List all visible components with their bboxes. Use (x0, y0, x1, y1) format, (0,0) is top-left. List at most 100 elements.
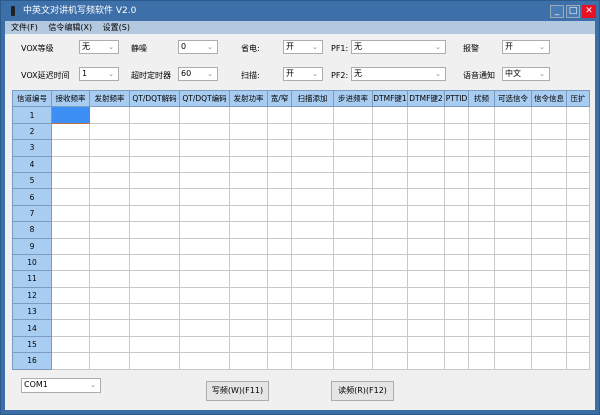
table-cell[interactable] (372, 204, 408, 223)
table-cell[interactable] (291, 286, 334, 305)
row-header[interactable]: 1 (12, 106, 52, 124)
squelch-select[interactable]: 0 ⌄ (178, 40, 218, 54)
table-cell[interactable] (494, 335, 532, 354)
table-cell[interactable] (494, 270, 532, 288)
table-cell[interactable] (372, 171, 408, 190)
table-cell[interactable] (494, 106, 532, 124)
row-header[interactable]: 10 (12, 253, 52, 272)
row-header[interactable]: 4 (12, 155, 52, 173)
table-cell[interactable] (531, 106, 567, 124)
table-cell[interactable] (333, 270, 373, 288)
table-cell[interactable] (267, 335, 292, 354)
table-cell[interactable] (531, 270, 567, 288)
table-cell[interactable] (468, 319, 495, 337)
column-header[interactable]: 发射频率 (89, 89, 130, 108)
table-cell[interactable] (291, 204, 334, 223)
table-cell[interactable] (372, 253, 408, 272)
table-cell[interactable] (89, 319, 130, 337)
table-cell[interactable] (444, 352, 469, 370)
row-header[interactable]: 9 (12, 237, 52, 255)
table-cell[interactable] (179, 335, 230, 354)
table-cell[interactable] (89, 139, 130, 157)
table-cell[interactable] (566, 335, 590, 354)
table-cell[interactable] (229, 155, 268, 173)
table-cell[interactable] (407, 303, 445, 321)
table-cell[interactable] (531, 155, 567, 173)
table-cell[interactable] (407, 106, 445, 124)
table-cell[interactable] (407, 188, 445, 206)
table-cell[interactable] (89, 188, 130, 206)
table-cell[interactable] (129, 237, 180, 255)
table-cell[interactable] (291, 237, 334, 255)
table-cell[interactable] (372, 122, 408, 141)
table-cell[interactable] (407, 155, 445, 173)
table-cell[interactable] (291, 106, 334, 124)
table-cell[interactable] (566, 319, 590, 337)
menu-settings[interactable]: 设置(S) (103, 23, 130, 32)
table-cell[interactable] (129, 139, 180, 157)
table-cell[interactable] (179, 253, 230, 272)
table-cell[interactable] (444, 237, 469, 255)
table-cell[interactable] (229, 139, 268, 157)
table-cell[interactable] (291, 319, 334, 337)
table-cell[interactable] (407, 253, 445, 272)
row-header[interactable]: 8 (12, 221, 52, 239)
table-cell[interactable] (179, 171, 230, 190)
row-header[interactable]: 3 (12, 139, 52, 157)
table-cell[interactable] (179, 204, 230, 223)
table-cell[interactable] (129, 221, 180, 239)
table-cell[interactable] (129, 352, 180, 370)
row-header[interactable]: 6 (12, 188, 52, 206)
table-cell[interactable] (179, 270, 230, 288)
table-cell[interactable] (468, 122, 495, 141)
table-cell[interactable] (372, 221, 408, 239)
table-cell[interactable] (494, 253, 532, 272)
table-cell[interactable] (51, 106, 90, 124)
table-cell[interactable] (468, 188, 495, 206)
table-cell[interactable] (372, 352, 408, 370)
table-cell[interactable] (531, 237, 567, 255)
table-cell[interactable] (291, 171, 334, 190)
minimize-button[interactable]: _ (550, 5, 564, 18)
table-cell[interactable] (444, 106, 469, 124)
table-cell[interactable] (531, 221, 567, 239)
table-cell[interactable] (407, 171, 445, 190)
column-header[interactable]: 扫描添加 (291, 89, 334, 108)
table-cell[interactable] (267, 286, 292, 305)
table-cell[interactable] (291, 352, 334, 370)
table-cell[interactable] (229, 171, 268, 190)
table-cell[interactable] (229, 204, 268, 223)
table-cell[interactable] (494, 237, 532, 255)
table-cell[interactable] (531, 253, 567, 272)
table-cell[interactable] (494, 139, 532, 157)
row-header[interactable]: 5 (12, 171, 52, 190)
table-cell[interactable] (229, 188, 268, 206)
table-cell[interactable] (468, 106, 495, 124)
row-header[interactable]: 13 (12, 303, 52, 321)
table-cell[interactable] (494, 352, 532, 370)
table-cell[interactable] (51, 171, 90, 190)
table-cell[interactable] (51, 122, 90, 141)
vox-delay-select[interactable]: 1 ⌄ (79, 67, 119, 81)
table-cell[interactable] (372, 303, 408, 321)
table-cell[interactable] (51, 319, 90, 337)
table-cell[interactable] (89, 352, 130, 370)
read-button[interactable]: 读频(R)(F12) (331, 381, 394, 401)
table-cell[interactable] (129, 155, 180, 173)
table-cell[interactable] (444, 270, 469, 288)
table-cell[interactable] (468, 286, 495, 305)
table-cell[interactable] (494, 286, 532, 305)
table-cell[interactable] (531, 188, 567, 206)
column-header[interactable]: 可选信令 (494, 89, 532, 108)
table-cell[interactable] (229, 122, 268, 141)
table-cell[interactable] (468, 270, 495, 288)
scan-select[interactable]: 开 ⌄ (283, 67, 323, 81)
table-cell[interactable] (333, 106, 373, 124)
table-cell[interactable] (89, 171, 130, 190)
row-header[interactable]: 7 (12, 204, 52, 223)
table-cell[interactable] (468, 171, 495, 190)
table-cell[interactable] (372, 286, 408, 305)
table-cell[interactable] (129, 286, 180, 305)
row-header[interactable]: 2 (12, 122, 52, 141)
table-cell[interactable] (229, 286, 268, 305)
